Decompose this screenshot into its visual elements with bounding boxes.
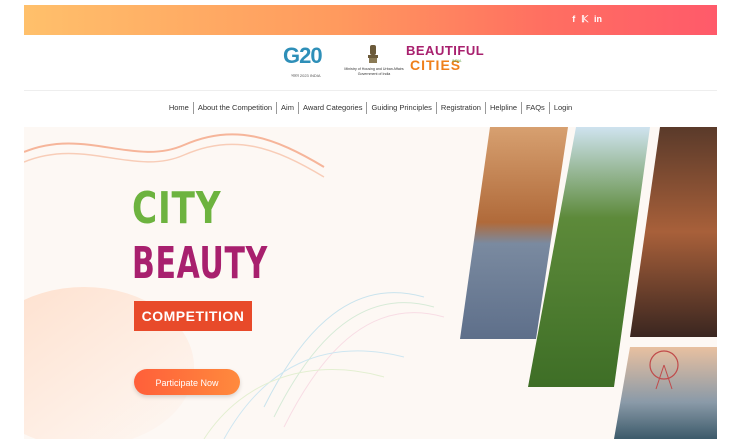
social-links: f 𝕂 in xyxy=(572,13,602,25)
decorative-wave xyxy=(24,133,325,168)
national-emblem-icon xyxy=(368,45,378,63)
hero-background xyxy=(24,127,717,439)
g20-logo-subtext: भारत 2023 INDIA xyxy=(291,73,321,78)
g20-logo-text: G20 xyxy=(283,43,323,68)
hero-title-city: CITY xyxy=(132,183,222,234)
g20-logo[interactable]: G20 भारत 2023 INDIA xyxy=(283,43,339,83)
facebook-icon[interactable]: f xyxy=(572,13,575,25)
hero-title-beauty: BEAUTY xyxy=(132,238,268,289)
riverfront-photo xyxy=(614,347,717,439)
nav-home[interactable]: Home xyxy=(165,102,193,114)
linkedin-icon[interactable]: in xyxy=(594,13,602,25)
nav-guiding-principles[interactable]: Guiding Principles xyxy=(366,102,435,114)
main-navigation: Home About the Competition Aim Award Cat… xyxy=(24,97,717,119)
nav-faqs[interactable]: FAQs xyxy=(521,102,549,114)
nav-login[interactable]: Login xyxy=(548,102,576,114)
nav-helpline[interactable]: Helpline xyxy=(484,102,521,114)
beautiful-cities-tag: INDIA xyxy=(452,59,462,63)
hero-banner: CITY BEAUTY COMPETITION Participate Now xyxy=(24,127,717,439)
nav-aim[interactable]: Aim xyxy=(276,102,298,114)
twitter-icon[interactable]: 𝕂 xyxy=(581,13,588,25)
top-bar: f 𝕂 in xyxy=(24,5,717,35)
nav-about-the-competition[interactable]: About the Competition xyxy=(192,102,276,114)
ministry-name: Ministry of Housing and Urban Affairs Go… xyxy=(344,67,404,76)
hero-title-competition: COMPETITION xyxy=(134,301,252,331)
ministry-emblem: Ministry of Housing and Urban Affairs Go… xyxy=(344,43,404,83)
logo-header: G20 भारत 2023 INDIA Ministry of Housing … xyxy=(24,35,717,91)
nav-award-categories[interactable]: Award Categories xyxy=(297,102,366,114)
beautiful-cities-line1: BEAUTIFUL xyxy=(406,43,485,58)
nav-registration[interactable]: Registration xyxy=(435,102,485,114)
website-page: f 𝕂 in G20 भारत 2023 INDIA Ministry of H… xyxy=(24,5,717,439)
participate-now-button[interactable]: Participate Now xyxy=(134,369,240,395)
beautiful-cities-logo[interactable]: BEAUTIFUL CITIES INDIA xyxy=(406,43,484,83)
